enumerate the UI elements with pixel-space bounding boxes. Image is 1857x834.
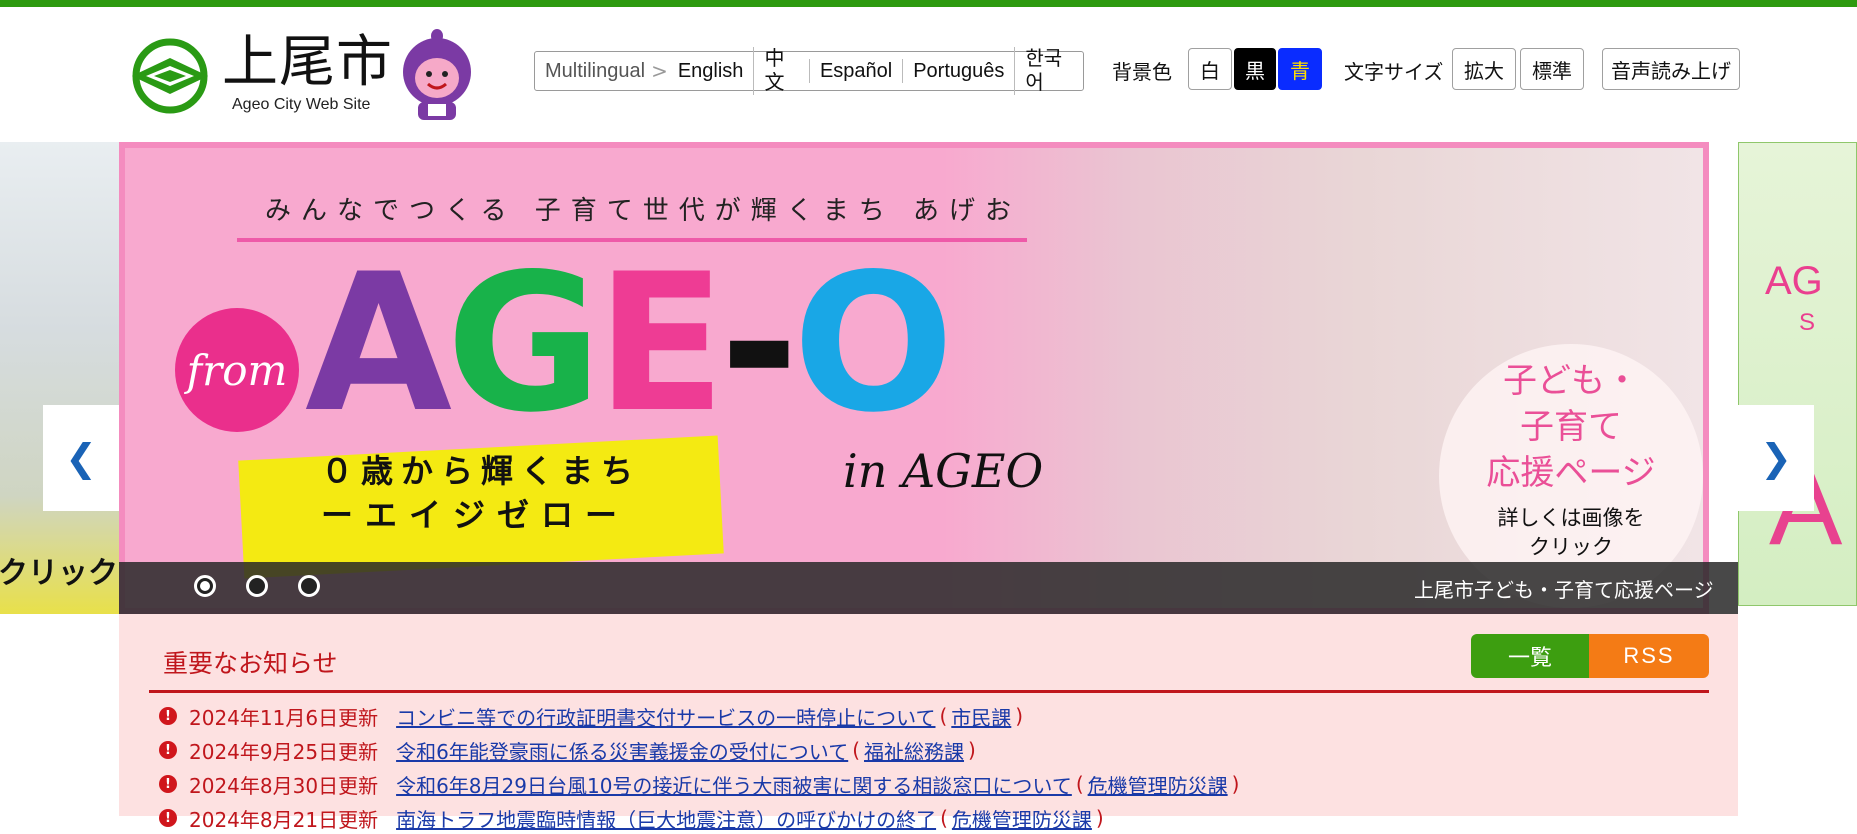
slide-next-text: AG	[1765, 259, 1823, 303]
news-date: 2024年11月6日更新	[189, 705, 379, 730]
news-link[interactable]: コンビニ等での行政証明書交付サービスの一時停止について	[396, 702, 935, 731]
slider-prev-button[interactable]: ❮	[43, 405, 119, 511]
age-zero-line2: ーエイジゼロー	[321, 496, 630, 534]
slide-dot-1[interactable]	[194, 575, 216, 597]
mascot-icon	[403, 29, 471, 120]
font-size-label: 文字サイズ	[1344, 60, 1444, 84]
news-link[interactable]: 南海トラフ地震臨時情報（巨大地震注意）の呼びかけの終了	[396, 804, 936, 833]
news-dept-link[interactable]: 福祉総務課	[864, 736, 964, 765]
font-standard-button[interactable]: 標準	[1520, 48, 1584, 90]
slide-next-subtext: S	[1799, 309, 1816, 336]
lang-portuguese[interactable]: Português	[902, 59, 1014, 83]
from-badge: from	[175, 308, 299, 432]
font-enlarge-button[interactable]: 拡大	[1452, 48, 1516, 90]
slide-prev-text: クリック	[0, 556, 118, 591]
lang-korean[interactable]: 한국어	[1014, 47, 1083, 95]
top-accent-bar	[0, 0, 1857, 7]
alert-icon: !	[159, 707, 177, 725]
slide-caption[interactable]: 上尾市子ども・子育て応援ページ	[1414, 574, 1714, 603]
notices-list-button[interactable]: 一覧	[1471, 634, 1589, 678]
slide-dot-2[interactable]	[246, 575, 268, 597]
news-item: ! 2024年8月21日更新 南海トラフ地震臨時情報（巨大地震注意）の呼びかけの…	[159, 802, 1108, 834]
age-zero-line1: ０歳から輝くまち	[321, 452, 642, 490]
news-link[interactable]: 令和6年能登豪雨に係る災害義援金の受付について	[396, 736, 848, 765]
important-notices: 重要なお知らせ 一覧 RSS ! 2024年11月6日更新 コンビニ等での行政証…	[119, 614, 1738, 832]
news-date: 2024年8月30日更新	[189, 773, 379, 798]
chevron-right-icon: ❯	[1760, 436, 1792, 480]
slide-dot-3[interactable]	[298, 575, 320, 597]
notices-title: 重要なお知らせ	[163, 649, 338, 678]
bg-white-button[interactable]: 白	[1188, 48, 1232, 90]
speech-button[interactable]: 音声読み上げ	[1602, 48, 1740, 90]
news-item: ! 2024年11月6日更新 コンビニ等での行政証明書交付サービスの一時停止につ…	[159, 700, 1027, 732]
lang-english[interactable]: English	[676, 59, 754, 83]
chevron-left-icon: ❮	[65, 436, 97, 480]
support-page-text: 子ども・ 子育て 応援ページ	[1486, 361, 1656, 493]
logo-subtitle: Ageo City Web Site	[232, 96, 371, 113]
slide-next-preview[interactable]: AG S A	[1738, 142, 1857, 606]
in-ageo-text: in AGEO	[843, 444, 1044, 498]
news-link[interactable]: 令和6年8月29日台風10号の接近に伴う大雨被害に関する相談窓口について	[396, 770, 1072, 799]
notices-rss-button[interactable]: RSS	[1589, 634, 1709, 678]
news-item: ! 2024年9月25日更新 令和6年能登豪雨に係る災害義援金の受付について (…	[159, 734, 980, 766]
news-dept-link[interactable]: 危機管理防災課	[1088, 770, 1228, 799]
click-image-text: 詳しくは画像を クリック	[1497, 506, 1645, 559]
hero-slider: クリック みんなでつくる 子育て世代が輝くまち あげお from AGE-O ０…	[0, 142, 1857, 614]
news-date: 2024年8月21日更新	[189, 807, 379, 832]
news-item: ! 2024年8月30日更新 令和6年8月29日台風10号の接近に伴う大雨被害に…	[159, 768, 1243, 800]
notices-divider	[149, 690, 1709, 693]
bg-color-label: 背景色	[1112, 60, 1172, 84]
bg-blue-button[interactable]: 青	[1278, 48, 1322, 90]
language-selector: Multilingual > English 中文 Español Portug…	[534, 47, 1084, 95]
news-dept-link[interactable]: 危機管理防災課	[952, 804, 1092, 833]
multilingual-label: Multilingual	[545, 59, 646, 82]
chevron-right-icon: >	[651, 59, 668, 83]
alert-icon: !	[159, 741, 177, 759]
news-dept-link[interactable]: 市民課	[951, 702, 1011, 731]
logo-title: 上尾市	[222, 30, 393, 95]
lang-chinese[interactable]: 中文	[753, 47, 809, 95]
ageo-logo-text: AGE-O	[305, 233, 954, 454]
lang-spanish[interactable]: Español	[808, 59, 902, 83]
banner-tagline: みんなでつくる 子育て世代が輝くまち あげお	[265, 196, 1022, 226]
slider-next-button[interactable]: ❯	[1738, 405, 1814, 511]
city-emblem-icon	[132, 38, 208, 114]
bg-black-button[interactable]: 黒	[1234, 48, 1276, 90]
alert-icon: !	[159, 775, 177, 793]
alert-icon: !	[159, 809, 177, 827]
slide-banner[interactable]: みんなでつくる 子育て世代が輝くまち あげお from AGE-O ０歳から輝く…	[119, 142, 1709, 614]
slide-prev-preview[interactable]: クリック	[0, 142, 119, 614]
news-date: 2024年9月25日更新	[189, 739, 379, 764]
